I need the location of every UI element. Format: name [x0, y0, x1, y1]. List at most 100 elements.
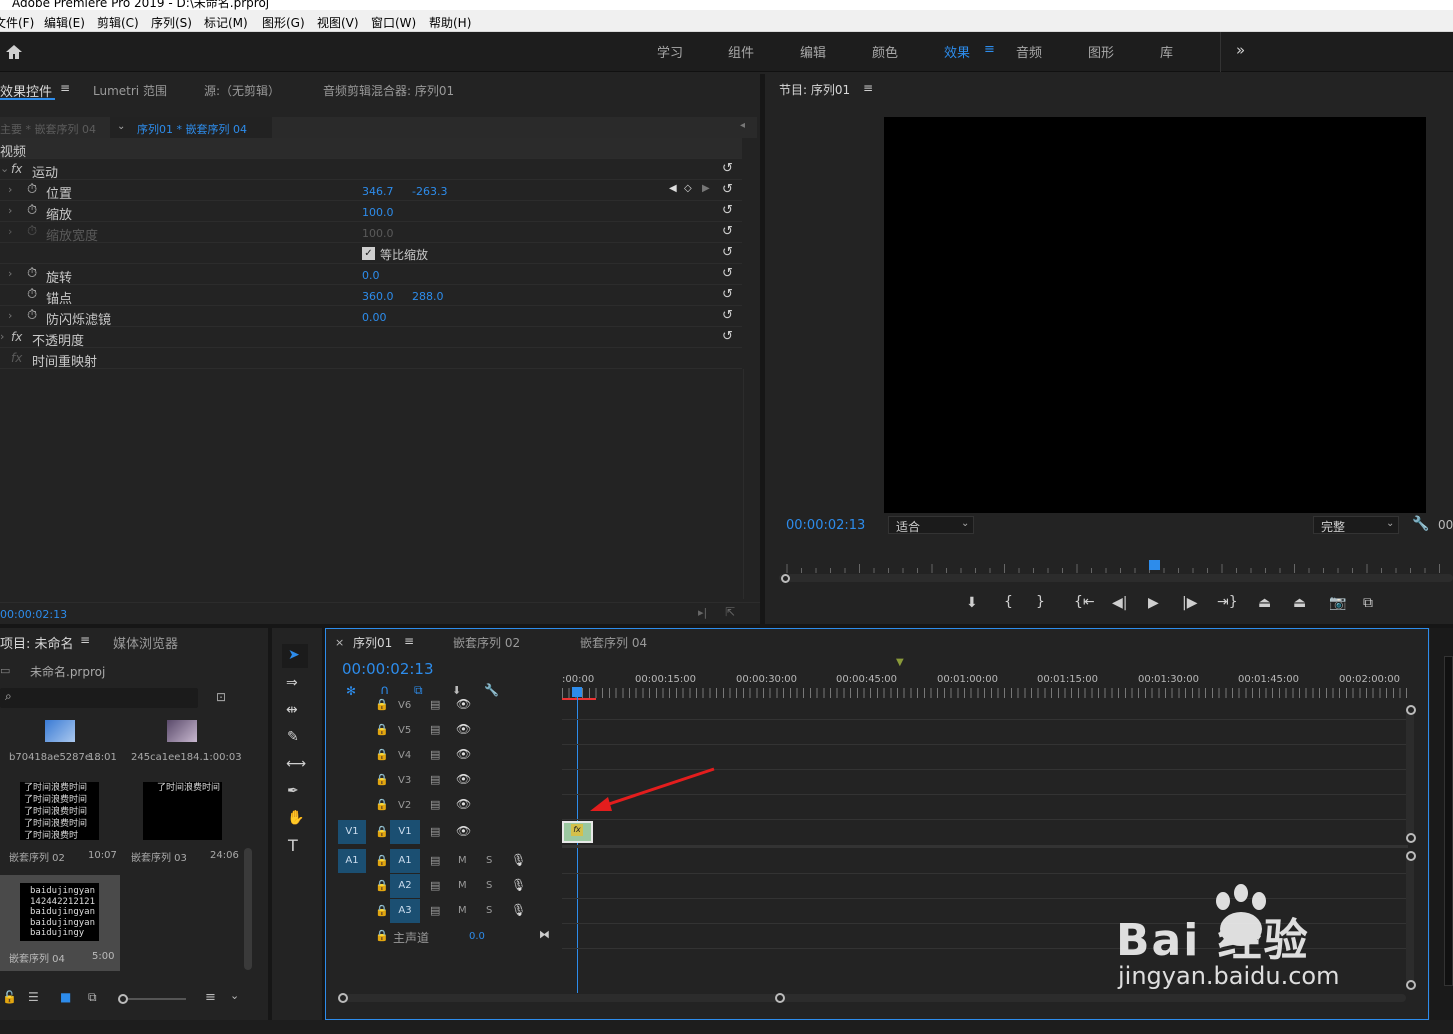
anchor-y-value[interactable]: 288.0 — [412, 290, 444, 303]
new-bin-icon[interactable]: ⊡ — [216, 690, 226, 704]
video-scrollbar[interactable] — [1406, 705, 1414, 837]
wrench-icon[interactable]: 🔧 — [1412, 516, 1429, 532]
eye-icon[interactable]: 👁 — [456, 697, 471, 711]
audio-scrollbar[interactable] — [1406, 851, 1414, 985]
tab-nested-04[interactable]: 嵌套序列 04 — [580, 634, 647, 651]
mute-button[interactable]: M — [458, 855, 467, 866]
lock-icon[interactable]: 🔒 — [375, 748, 389, 761]
program-playhead[interactable] — [1149, 560, 1160, 570]
expand-chevron-icon[interactable]: › — [8, 183, 12, 196]
track-a3-target[interactable]: A3 — [390, 899, 420, 923]
tab-source[interactable]: 源:（无剪辑） — [204, 82, 280, 99]
solo-button[interactable]: S — [486, 880, 492, 891]
chevron-down-icon[interactable]: ⌄ — [117, 121, 125, 132]
stopwatch-icon[interactable]: ⏱ — [27, 287, 37, 302]
menu-help[interactable]: 帮助(H) — [429, 14, 471, 31]
go-to-out-icon[interactable]: ⇥} — [1217, 594, 1238, 610]
play-icon[interactable]: ▶ — [1148, 595, 1159, 611]
lock-icon[interactable]: 🔒 — [375, 879, 389, 892]
tab-media-browser[interactable]: 媒体浏览器 — [113, 633, 178, 652]
stopwatch-icon[interactable]: ⏱ — [27, 182, 37, 197]
film-icon[interactable]: ▤ — [430, 723, 440, 736]
scrollbar[interactable] — [244, 848, 252, 970]
master-clip[interactable]: 主要 * 嵌套序列 04 — [0, 121, 96, 137]
stopwatch-icon[interactable]: ⏱ — [27, 266, 37, 281]
ws-effects-menu-icon[interactable]: ≡ — [984, 42, 995, 57]
zoom-slider[interactable] — [128, 998, 186, 1000]
timeline-zoom-bar[interactable] — [340, 994, 1406, 1002]
mic-icon[interactable]: 🎙 — [511, 878, 526, 892]
eye-icon[interactable]: 👁 — [456, 797, 471, 811]
search-input[interactable]: ⌕ — [0, 688, 198, 708]
fx-icon[interactable]: fx — [11, 162, 22, 176]
hand-icon[interactable]: ✋ — [287, 810, 304, 826]
expand-chevron-icon[interactable]: › — [8, 204, 12, 217]
mic-icon[interactable]: 🎙 — [511, 853, 526, 867]
track-a1-target[interactable]: A1 — [390, 849, 420, 873]
film-icon[interactable]: ▤ — [430, 798, 440, 811]
video-canvas[interactable] — [884, 117, 1426, 513]
panel-menu-icon[interactable]: ≡ — [80, 633, 90, 647]
razor-icon[interactable]: ✎ — [287, 729, 299, 745]
menu-marker[interactable]: 标记(M) — [204, 14, 248, 31]
scroll-handle[interactable] — [1406, 980, 1416, 990]
reset-icon[interactable]: ↺ — [722, 287, 733, 302]
project-item[interactable]: 245ca1ee184... 1:00:03 — [122, 718, 246, 768]
panel-menu-icon[interactable]: ≡ — [863, 81, 873, 95]
compare-icon[interactable]: ⧉ — [1363, 595, 1373, 611]
effect-timecode[interactable]: 00:00:02:13 — [0, 608, 67, 621]
extract-icon[interactable]: ⏏ — [1293, 595, 1306, 611]
slip-icon[interactable]: ⟷ — [286, 756, 306, 772]
ws-learn[interactable]: 学习 — [657, 42, 683, 61]
ws-effects[interactable]: 效果 — [944, 42, 970, 61]
fit-select[interactable]: 适合 ⌄ — [888, 516, 974, 534]
ws-edit[interactable]: 编辑 — [800, 42, 826, 61]
eye-icon[interactable]: 👁 — [456, 747, 471, 761]
next-keyframe-icon[interactable]: ▶ — [702, 183, 710, 194]
film-icon[interactable]: ▤ — [430, 748, 440, 761]
film-icon[interactable]: ▤ — [430, 773, 440, 786]
master-expand-icon[interactable]: ⧓ — [539, 928, 550, 941]
project-item[interactable]: 了时间浪费时间 了时间浪费时间 了时间浪费时间 了时间浪费时间 了时间浪费时 嵌… — [0, 774, 120, 870]
menu-clip[interactable]: 剪辑(C) — [97, 14, 139, 31]
lock-icon[interactable]: 🔒 — [375, 929, 389, 942]
film-icon[interactable]: ▤ — [430, 854, 440, 867]
reset-icon[interactable]: ↺ — [722, 245, 733, 260]
reset-icon[interactable]: ↺ — [722, 329, 733, 344]
lock-icon[interactable]: 🔒 — [375, 798, 389, 811]
menu-sequence[interactable]: 序列(S) — [151, 14, 192, 31]
motion-effect-row[interactable]: ⌄ fx 运动 ↺ — [0, 159, 742, 181]
scroll-handle[interactable] — [1406, 851, 1416, 861]
film-icon[interactable]: ▤ — [430, 879, 440, 892]
anchor-x-value[interactable]: 360.0 — [362, 290, 394, 303]
lock-icon[interactable]: 🔒 — [375, 723, 389, 736]
ws-assembly[interactable]: 组件 — [728, 42, 754, 61]
export-icon[interactable]: ⇱ — [725, 605, 735, 619]
uniform-scale-checkbox[interactable]: ✓ — [362, 247, 375, 260]
expand-chevron-icon[interactable]: › — [8, 309, 12, 322]
ws-graphics[interactable]: 图形 — [1088, 42, 1114, 61]
quality-select[interactable]: 完整 ⌄ — [1313, 516, 1399, 534]
mute-button[interactable]: M — [458, 905, 467, 916]
reset-icon[interactable]: ↺ — [722, 182, 733, 197]
film-icon[interactable]: ▤ — [430, 825, 440, 838]
track-a2-target[interactable]: A2 — [390, 874, 420, 898]
step-forward-icon[interactable]: |▶ — [1182, 595, 1197, 611]
zoom-handle-right[interactable] — [775, 993, 785, 1003]
ws-audio[interactable]: 音频 — [1016, 42, 1042, 61]
mute-button[interactable]: M — [458, 880, 467, 891]
camera-icon[interactable]: 📷 — [1329, 595, 1346, 611]
stopwatch-icon[interactable]: ⏱ — [27, 203, 37, 218]
lock-icon[interactable]: 🔒 — [375, 698, 389, 711]
mark-in-icon[interactable]: { — [1004, 594, 1013, 610]
lock-icon[interactable]: 🔒 — [375, 904, 389, 917]
panel-menu-icon[interactable]: ≡ — [60, 81, 70, 95]
antiflicker-value[interactable]: 0.00 — [362, 311, 387, 324]
tab-audio-clip-mixer[interactable]: 音频剪辑混合器: 序列01 — [323, 82, 454, 99]
time-remap-row[interactable]: fx 时间重映射 — [0, 348, 742, 370]
opacity-effect-row[interactable]: › fx 不透明度 ↺ — [0, 327, 742, 349]
reset-icon[interactable]: ↺ — [722, 203, 733, 218]
ws-more-icon[interactable]: » — [1236, 41, 1245, 59]
close-icon[interactable]: × — [335, 636, 344, 649]
project-item[interactable]: b70418ae5287e... 18:01 — [0, 718, 120, 768]
